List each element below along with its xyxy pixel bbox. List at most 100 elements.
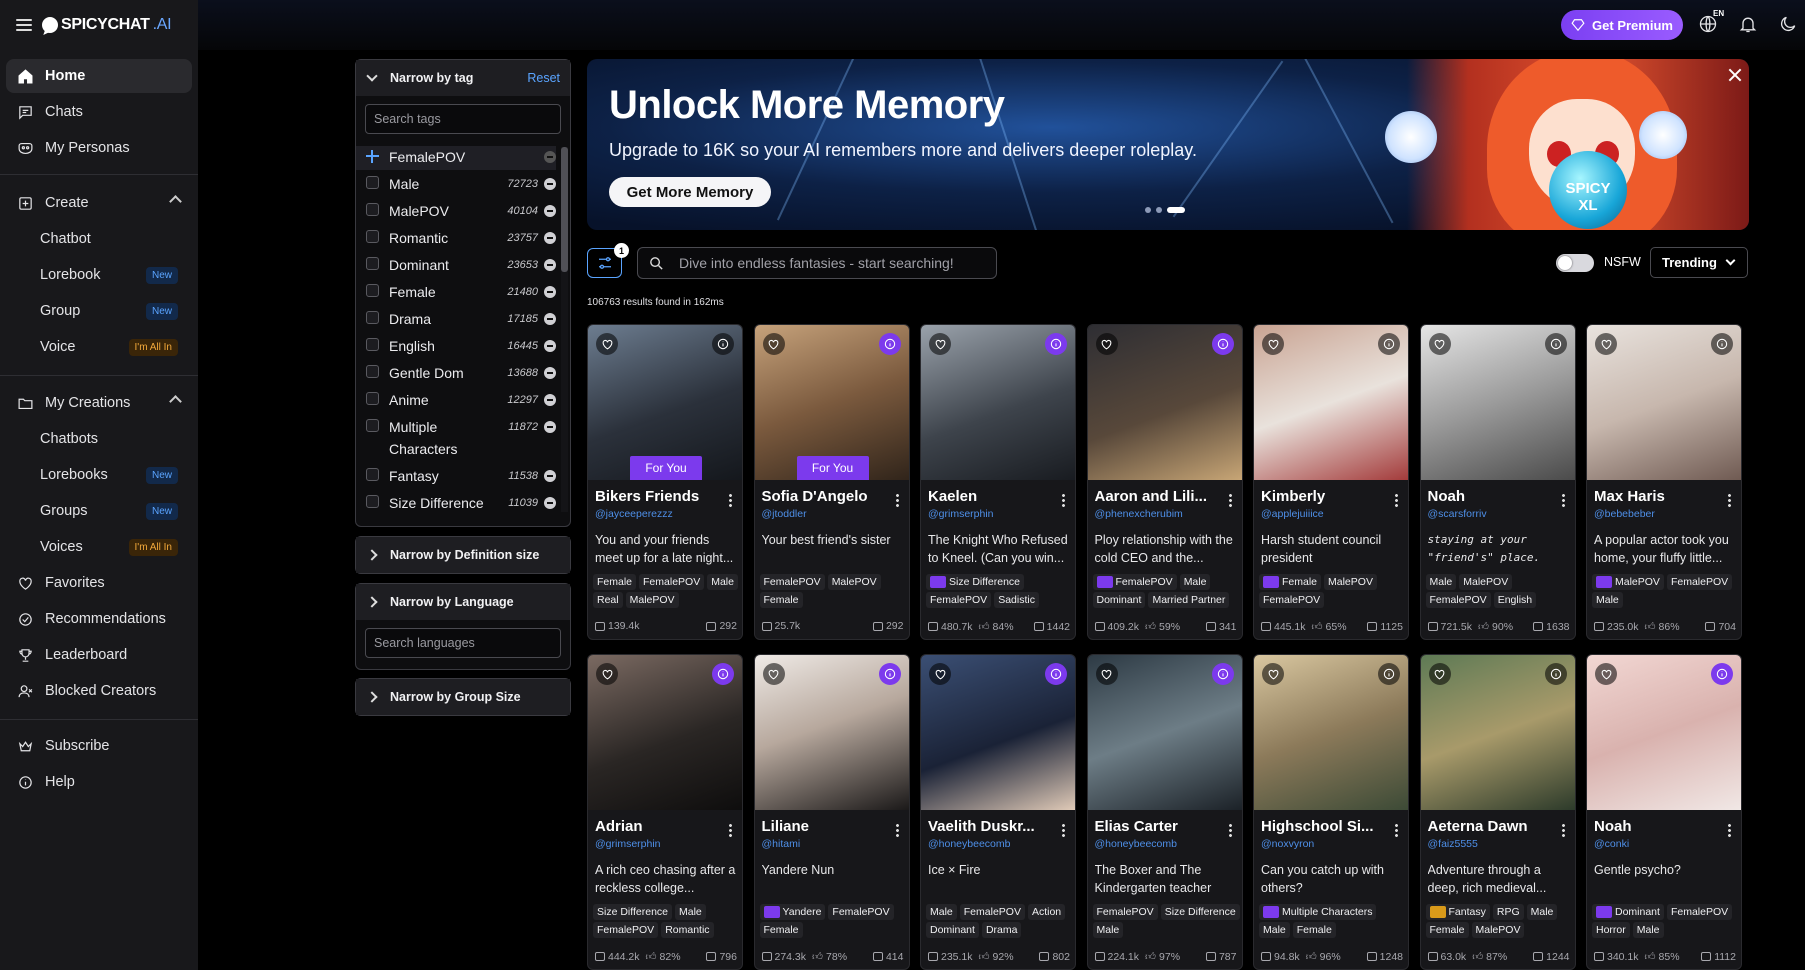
card-tag[interactable]: FemalePOV — [593, 922, 659, 938]
card-tag[interactable]: FemalePOV — [1666, 574, 1733, 590]
search-languages-input[interactable]: Search languages — [365, 628, 561, 658]
card-tag[interactable]: FemalePOV — [1092, 574, 1177, 590]
creator-handle[interactable]: @honeybeecomb — [1095, 838, 1177, 850]
card-tag[interactable]: Female — [759, 922, 803, 938]
character-card[interactable]: Kaelen @grimserphin The Knight Who Refused… — [920, 324, 1076, 640]
chevron-up-icon[interactable] — [169, 395, 182, 408]
creator-handle[interactable]: @jayceeperezzz — [595, 508, 673, 520]
creator-handle[interactable]: @scarsforriv — [1428, 508, 1487, 520]
card-tag[interactable]: Real — [593, 592, 623, 608]
card-tag[interactable]: Romantic — [661, 922, 714, 938]
more-options-icon[interactable] — [1561, 823, 1565, 837]
tag-row[interactable]: Drama 17185 — [356, 308, 556, 330]
card-tag[interactable]: Female — [1292, 922, 1336, 938]
card-tag[interactable]: Male — [1526, 904, 1558, 920]
tag-row[interactable]: Multiple Characters 11872 — [356, 416, 556, 460]
character-card[interactable]: Aeterna Dawn @faiz5555 Adventure through a… — [1419, 654, 1576, 970]
more-options-icon[interactable] — [1228, 823, 1232, 837]
more-options-icon[interactable] — [1728, 493, 1731, 507]
character-card[interactable]: Noah @scarsforriv staying at your "friend'… — [1419, 324, 1576, 640]
card-tag[interactable]: RPG — [1492, 904, 1524, 920]
card-tag[interactable]: FemalePOV — [1092, 904, 1158, 920]
more-options-icon[interactable] — [1062, 493, 1065, 507]
character-card[interactable]: Aaron and Lili... @phenexcherubim Ploy rel… — [1086, 324, 1243, 640]
favorite-heart-icon[interactable] — [1095, 663, 1118, 685]
info-icon[interactable] — [1544, 333, 1567, 355]
minus-icon[interactable] — [544, 151, 556, 163]
card-tag[interactable]: Female — [593, 574, 637, 590]
sidebar-item-subscribe[interactable]: Subscribe — [6, 729, 192, 763]
group-size-filter-panel[interactable]: Narrow by Group Size — [355, 678, 571, 716]
card-tag[interactable]: FemalePOV — [759, 574, 825, 590]
info-icon[interactable] — [878, 663, 901, 685]
card-tag[interactable]: FemalePOV — [926, 592, 992, 608]
creator-handle[interactable]: @applejuiiice — [1261, 508, 1324, 520]
creator-handle[interactable]: @bebebeber — [1594, 508, 1655, 520]
card-tag[interactable]: Female — [1425, 922, 1469, 938]
more-options-icon[interactable] — [1062, 823, 1065, 837]
card-tag[interactable]: Male — [1425, 574, 1457, 590]
card-tag[interactable]: Male — [1632, 922, 1664, 938]
character-card[interactable]: Elias Carter @honeybeecomb The Boxer and T… — [1086, 654, 1243, 970]
tag-row[interactable]: Romantic 23757 — [356, 227, 556, 249]
sidebar-item-create[interactable]: Create — [6, 186, 192, 220]
tag-checkbox[interactable] — [366, 392, 379, 405]
promo-banner[interactable]: SPICY XL Unlock More Memory Upgrade to 1… — [587, 59, 1749, 230]
card-tag[interactable]: Male — [1179, 574, 1211, 590]
character-card[interactable]: Kimberly @applejuiiice Harsh student counc… — [1253, 324, 1409, 640]
card-tag[interactable]: Sadistic — [994, 592, 1039, 608]
character-name[interactable]: Highschool Si... — [1261, 818, 1383, 835]
sidebar-item-help[interactable]: Help — [6, 765, 192, 799]
creator-handle[interactable]: @conki — [1594, 838, 1629, 850]
favorite-heart-icon[interactable] — [762, 333, 785, 355]
sidebar-item-group[interactable]: Group New — [6, 294, 192, 328]
tag-row[interactable]: Dominant 23653 — [356, 254, 556, 276]
character-name[interactable]: Elias Carter — [1095, 818, 1217, 835]
creator-handle[interactable]: @noxvyron — [1261, 838, 1314, 850]
character-name[interactable]: Liliane — [762, 818, 884, 835]
tag-row[interactable]: Male 72723 — [356, 173, 556, 195]
tag-row[interactable]: Female 21480 — [356, 281, 556, 303]
card-tag[interactable]: Male — [1092, 922, 1124, 938]
card-tag[interactable]: Fantasy — [1425, 904, 1490, 920]
character-name[interactable]: Max Haris — [1594, 488, 1716, 505]
sidebar-item-voice[interactable]: Voice I'm All In — [6, 330, 192, 364]
tag-checkbox[interactable] — [366, 365, 379, 378]
card-tag[interactable]: MalePOV — [1459, 574, 1513, 590]
exclude-minus-icon[interactable] — [544, 367, 556, 379]
selected-tag-femalepov[interactable]: FemalePOV — [356, 146, 556, 170]
info-icon[interactable] — [1045, 333, 1067, 355]
more-options-icon[interactable] — [1395, 493, 1398, 507]
nsfw-toggle[interactable] — [1556, 254, 1594, 272]
character-name[interactable]: Aaron and Lili... — [1095, 488, 1217, 505]
language-filter-header[interactable]: Narrow by Language — [356, 584, 570, 620]
card-tag[interactable]: Male — [926, 904, 957, 920]
tag-checkbox[interactable] — [366, 338, 379, 351]
favorite-heart-icon[interactable] — [596, 333, 618, 355]
logo[interactable]: SPICYCHAT .AI — [16, 14, 172, 36]
get-more-memory-button[interactable]: Get More Memory — [609, 177, 771, 207]
card-tag[interactable]: Female — [759, 592, 803, 608]
card-tag[interactable]: MalePOV — [625, 592, 679, 608]
exclude-minus-icon[interactable] — [544, 313, 556, 325]
favorite-heart-icon[interactable] — [1262, 663, 1284, 685]
creator-handle[interactable]: @grimserphin — [928, 508, 994, 520]
chevron-up-icon[interactable] — [169, 195, 182, 208]
exclude-minus-icon[interactable] — [544, 421, 556, 433]
sidebar-item-voices[interactable]: Voices I'm All In — [6, 530, 192, 564]
creator-handle[interactable]: @honeybeecomb — [928, 838, 1010, 850]
card-tag[interactable]: Married Partner — [1148, 592, 1230, 608]
character-card[interactable]: For You Sofia D'Angelo @jtoddler Your best … — [753, 324, 910, 640]
card-tag[interactable]: MalePOV — [1471, 922, 1525, 938]
definition-size-filter-panel[interactable]: Narrow by Definition size — [355, 536, 571, 574]
search-tags-input[interactable]: Search tags — [365, 104, 561, 134]
sort-dropdown[interactable]: Trending — [1650, 247, 1748, 278]
reset-tags-button[interactable]: Reset — [527, 71, 560, 85]
tag-checkbox[interactable] — [366, 203, 379, 216]
tag-checkbox[interactable] — [366, 311, 379, 324]
card-tag[interactable]: FemalePOV — [1666, 904, 1733, 920]
search-input[interactable]: Dive into endless fantasies - start sear… — [637, 247, 997, 279]
more-options-icon[interactable] — [1728, 823, 1731, 837]
card-tag[interactable]: Action — [1027, 904, 1066, 920]
tag-filter-header[interactable]: Narrow by tag Reset — [356, 60, 570, 96]
